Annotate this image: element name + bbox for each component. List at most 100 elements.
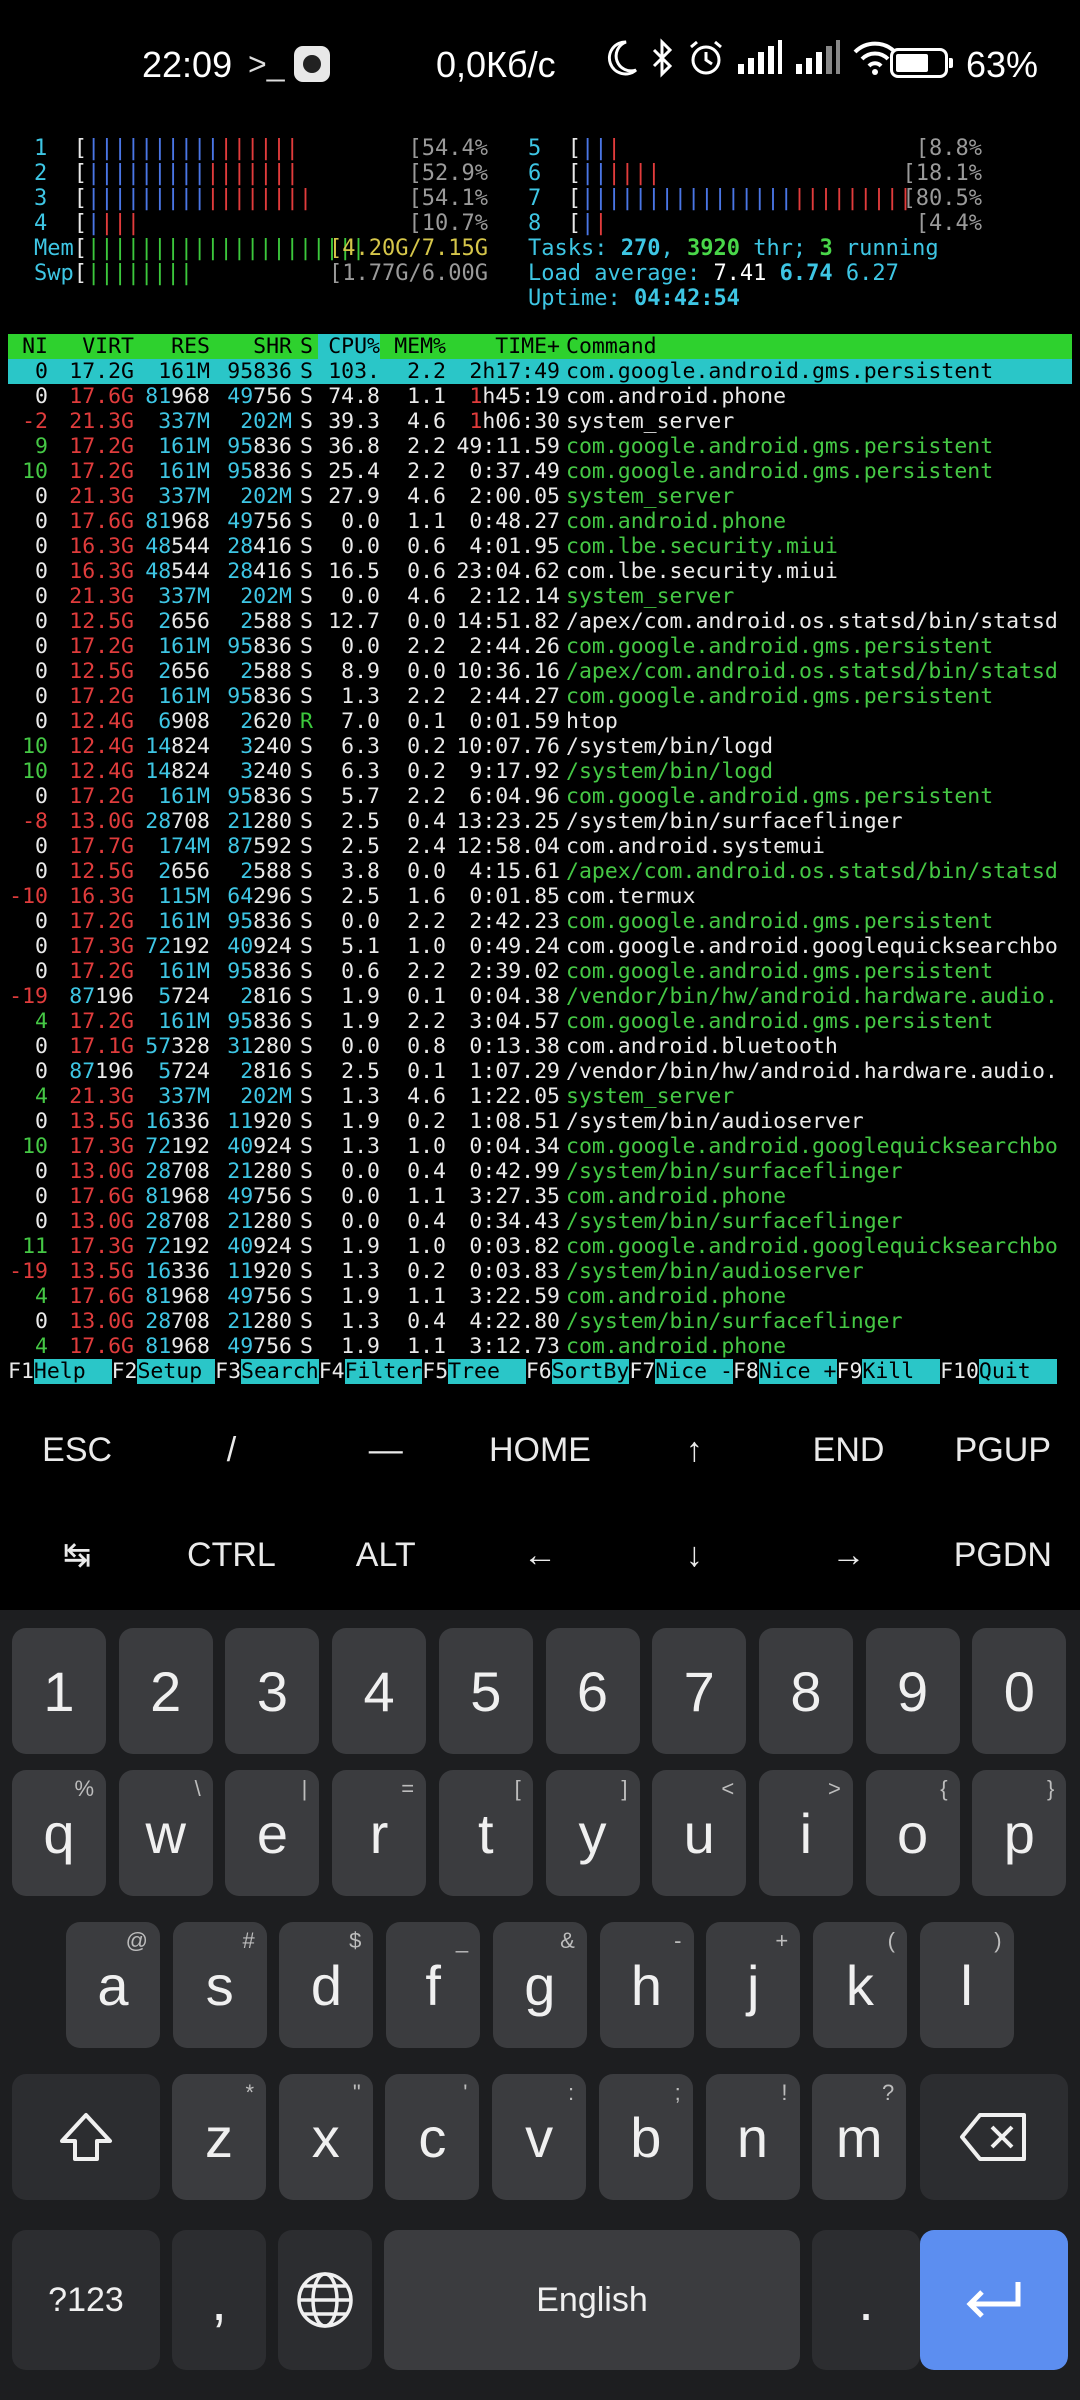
extra-key[interactable]: PGDN xyxy=(926,1505,1080,1605)
table-row[interactable]: -10 16.3G 115M 64296 S 2.5 1.6 0:01.85 com.termu… xyxy=(8,884,1072,909)
table-row[interactable]: 0 17.7G 174M 87592 S 2.5 2.4 12:58.04 com.androi… xyxy=(8,834,1072,859)
extra-key[interactable]: PGUP xyxy=(926,1400,1080,1500)
table-row[interactable]: 0 17.6G 81968 49756 S 74.8 1.1 1h45:19 com.andro… xyxy=(8,384,1072,409)
extra-key[interactable]: / xyxy=(154,1400,308,1500)
fkey-f10[interactable]: F10Quit xyxy=(940,1359,1057,1385)
key-p[interactable]: p} xyxy=(972,1770,1067,1896)
table-row[interactable]: -19 87196 5724 2816 S 1.9 0.1 0:04.38/vendor/bi… xyxy=(8,984,1072,1009)
extra-key[interactable]: → xyxy=(771,1505,925,1605)
space-bar[interactable]: English xyxy=(384,2230,800,2370)
key-s[interactable]: s # xyxy=(172,1922,267,2048)
table-row[interactable]: 0 17.2G 161M 95836 S 103. 2.2 2h17:49 com.google… xyxy=(8,359,1072,384)
shift-key[interactable] xyxy=(12,2074,160,2200)
table-row[interactable]: 0 12.5G 2656 2588 S 12.7 0.0 14:51.82/apex/com.… xyxy=(8,609,1072,634)
extra-key[interactable]: CTRL xyxy=(154,1505,308,1605)
language-key[interactable] xyxy=(278,2230,372,2370)
key-x[interactable]: x " xyxy=(278,2074,373,2200)
extra-key[interactable]: ESC xyxy=(0,1400,154,1500)
table-row[interactable]: 0 17.2G 161M 95836 S 0.0 2.2 2:44.26 com.google.… xyxy=(8,634,1072,659)
fkey-f5[interactable]: F5Tree xyxy=(422,1359,526,1385)
key-8[interactable]: 8 xyxy=(758,1628,853,1754)
table-row[interactable]: 0 13.0G 28708 21280 S 1.3 0.4 4:22.80/system/bi… xyxy=(8,1309,1072,1334)
fkey-f8[interactable]: F8Nice + xyxy=(733,1359,837,1385)
key-c[interactable]: c ' xyxy=(385,2074,480,2200)
column-header-s[interactable]: S xyxy=(300,334,316,359)
symbols-key[interactable]: ?123 xyxy=(12,2230,160,2370)
extra-key[interactable]: — xyxy=(309,1400,463,1500)
key-m[interactable]: m? xyxy=(812,2074,907,2200)
table-row[interactable]: 0 12.5G 2656 2588 S 3.8 0.0 4:15.61/apex/com.an… xyxy=(8,859,1072,884)
key-w[interactable]: w \ xyxy=(118,1770,213,1896)
key-r[interactable]: r = xyxy=(332,1770,427,1896)
extra-key[interactable]: ↓ xyxy=(617,1505,771,1605)
key-u[interactable]: u < xyxy=(652,1770,747,1896)
column-header-cmd[interactable]: Command xyxy=(566,334,1072,359)
column-header-virt[interactable]: VIRT xyxy=(52,334,134,359)
fkey-f3[interactable]: F3Search xyxy=(215,1359,319,1385)
table-row[interactable]: 4 17.2G 161M 95836 S 1.9 2.2 3:04.57 com.google.… xyxy=(8,1009,1072,1034)
extra-key[interactable]: ↑ xyxy=(617,1400,771,1500)
table-row[interactable]: -2 21.3G 337M 202M S 39.3 4.6 1h06:30 system_ser… xyxy=(8,409,1072,434)
key-t[interactable]: t[ xyxy=(438,1770,533,1896)
table-row[interactable]: -8 13.0G 28708 21280 S 2.5 0.4 13:23.25/system/… xyxy=(8,809,1072,834)
table-row[interactable]: 0 17.2G 161M 95836 S 1.3 2.2 2:44.27 com.google.… xyxy=(8,684,1072,709)
backspace-key[interactable] xyxy=(920,2074,1068,2200)
key-j[interactable]: j + xyxy=(706,1922,801,2048)
table-row[interactable]: 0 12.5G 2656 2588 S 8.9 0.0 10:36.16/apex/com.a… xyxy=(8,659,1072,684)
key-q[interactable]: q% xyxy=(12,1770,106,1896)
extra-key[interactable]: ↹ xyxy=(0,1505,154,1605)
table-row[interactable]: 0 13.5G 16336 11920 S 1.9 0.2 1:08.51/system/bi… xyxy=(8,1109,1072,1134)
table-row[interactable]: 0 87196 5724 2816 S 2.5 0.1 1:07.29/vendor/bin/… xyxy=(8,1059,1072,1084)
table-row[interactable]: 0 16.3G 48544 28416 S 0.0 0.6 4:01.95 com.lbe.se… xyxy=(8,534,1072,559)
key-3[interactable]: 3 xyxy=(225,1628,320,1754)
key-i[interactable]: i > xyxy=(758,1770,853,1896)
column-header-time[interactable]: TIME+ xyxy=(450,334,560,359)
key-b[interactable]: b; xyxy=(598,2074,693,2200)
table-row[interactable]: 9 17.2G 161M 95836 S 36.8 2.2 49:11.59 com.googl… xyxy=(8,434,1072,459)
period-key[interactable]: . xyxy=(812,2230,920,2370)
extra-key[interactable]: ← xyxy=(463,1505,617,1605)
key-n[interactable]: n! xyxy=(705,2074,800,2200)
table-row[interactable]: -19 13.5G 16336 11920 S 1.3 0.2 0:03.83/system/… xyxy=(8,1259,1072,1284)
key-0[interactable]: 0 xyxy=(972,1628,1067,1754)
table-row[interactable]: 0 17.2G 161M 95836 S 0.6 2.2 2:39.02 com.google.… xyxy=(8,959,1072,984)
table-row[interactable]: 0 12.4G 6908 2620 R 7.0 0.1 0:01.59 htop xyxy=(8,709,1072,734)
table-row[interactable]: 4 17.6G 81968 49756 S 1.9 1.1 3:12.73 com.androi… xyxy=(8,1334,1072,1359)
table-row[interactable]: 0 13.0G 28708 21280 S 0.0 0.4 0:42.99/system/bi… xyxy=(8,1159,1072,1184)
table-row[interactable]: 0 21.3G 337M 202M S 0.0 4.6 2:12.14 system_serve… xyxy=(8,584,1072,609)
table-row[interactable]: 10 17.3G 72192 40924 S 1.3 1.0 0:04.34 com.googl… xyxy=(8,1134,1072,1159)
table-row[interactable]: 11 17.3G 72192 40924 S 1.9 1.0 0:03.82 com.googl… xyxy=(8,1234,1072,1259)
table-row[interactable]: 0 17.1G 57328 31280 S 0.0 0.8 0:13.38 com.androi… xyxy=(8,1034,1072,1059)
key-2[interactable]: 2 xyxy=(118,1628,213,1754)
table-row[interactable]: 4 17.6G 81968 49756 S 1.9 1.1 3:22.59 com.androi… xyxy=(8,1284,1072,1309)
table-row[interactable]: 4 21.3G 337M 202M S 1.3 4.6 1:22.05 system_serve… xyxy=(8,1084,1072,1109)
table-row[interactable]: 0 17.6G 81968 49756 S 0.0 1.1 3:27.35 com.androi… xyxy=(8,1184,1072,1209)
column-header-shr[interactable]: SHR xyxy=(214,334,292,359)
fkey-f4[interactable]: F4Filter xyxy=(319,1359,423,1385)
key-h[interactable]: h- xyxy=(599,1922,694,2048)
enter-key[interactable] xyxy=(920,2230,1068,2370)
extra-key[interactable]: HOME xyxy=(463,1400,617,1500)
comma-key[interactable]: , xyxy=(172,2230,266,2370)
key-o[interactable]: o{ xyxy=(865,1770,960,1896)
column-header-cpu[interactable]: CPU% xyxy=(318,334,380,359)
fkey-f2[interactable]: F2Setup xyxy=(112,1359,216,1385)
key-z[interactable]: z * xyxy=(172,2074,266,2200)
table-row[interactable]: 10 17.2G 161M 95836 S 25.4 2.2 0:37.49 com.googl… xyxy=(8,459,1072,484)
key-5[interactable]: 5 xyxy=(438,1628,533,1754)
extra-key[interactable]: END xyxy=(771,1400,925,1500)
column-header-ni[interactable]: NI xyxy=(8,334,48,359)
key-a[interactable]: a @ xyxy=(66,1922,160,2048)
key-v[interactable]: v: xyxy=(492,2074,587,2200)
key-f[interactable]: f _ xyxy=(386,1922,481,2048)
table-row[interactable]: 0 21.3G 337M 202M S 27.9 4.6 2:00.05 system_serv… xyxy=(8,484,1072,509)
key-1[interactable]: 1 xyxy=(12,1628,106,1754)
table-row[interactable]: 0 17.6G 81968 49756 S 0.0 1.1 0:48.27 com.androi… xyxy=(8,509,1072,534)
process-table[interactable]: NI VIRT RES SHR S CPU% MEM% TIME+ Command 0 17.2G… xyxy=(8,334,1072,1359)
table-row[interactable]: 10 12.4G 14824 3240 S 6.3 0.2 9:17.92/system/bi… xyxy=(8,759,1072,784)
fkey-f6[interactable]: F6SortBy xyxy=(526,1359,630,1385)
key-4[interactable]: 4 xyxy=(332,1628,427,1754)
table-row[interactable]: 0 17.3G 72192 40924 S 5.1 1.0 0:49.24 com.google… xyxy=(8,934,1072,959)
key-9[interactable]: 9 xyxy=(865,1628,960,1754)
key-k[interactable]: k( xyxy=(812,1922,907,2048)
